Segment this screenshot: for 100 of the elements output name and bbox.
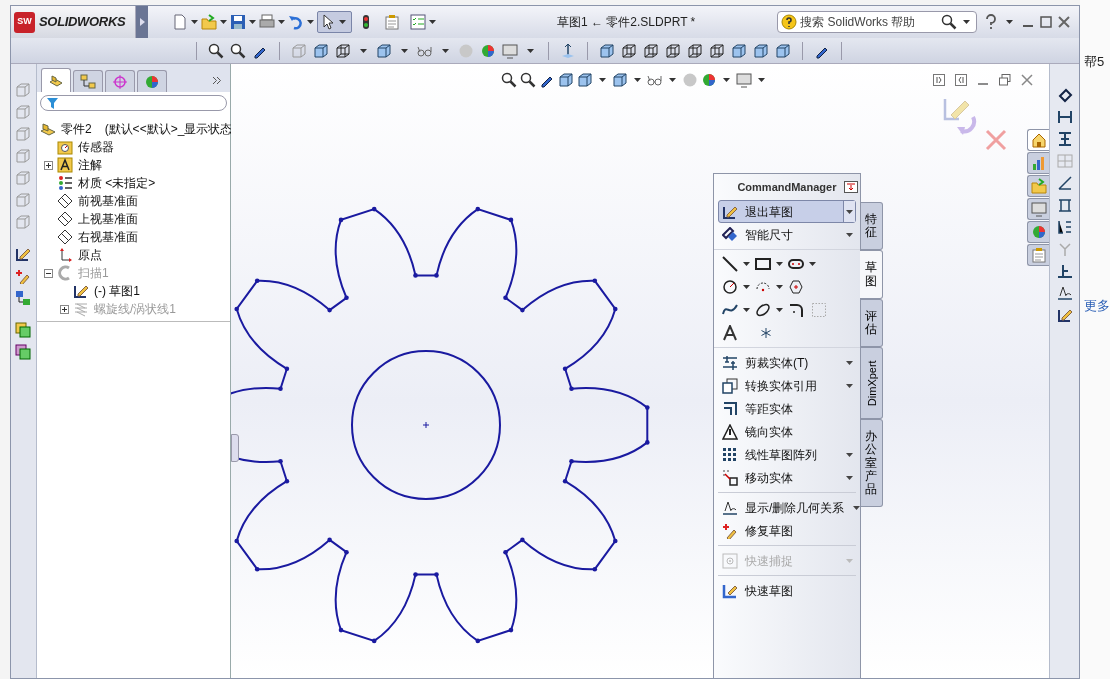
layers-icon[interactable]	[15, 322, 32, 338]
caret-icon[interactable]	[845, 209, 853, 214]
caret-icon[interactable]	[429, 20, 436, 24]
caret-icon[interactable]	[278, 20, 285, 24]
undo-icon[interactable]	[288, 14, 304, 30]
caret-icon[interactable]	[742, 285, 750, 289]
select-button[interactable]	[317, 11, 352, 33]
cube-icon[interactable]	[775, 42, 791, 59]
polygon-icon[interactable]	[787, 279, 804, 295]
rectangle-icon[interactable]	[754, 256, 771, 272]
wireframe-cube-icon[interactable]	[621, 42, 637, 59]
sketch-pencil-icon[interactable]	[15, 246, 32, 262]
tree-item[interactable]: 注解	[77, 156, 102, 174]
caret-icon[interactable]	[191, 20, 198, 24]
perpendicular-icon[interactable]	[1056, 263, 1073, 279]
command-button[interactable]: 退出草图	[717, 200, 856, 223]
cube-icon[interactable]	[731, 42, 747, 59]
caret-icon[interactable]	[808, 262, 816, 266]
relations-icon[interactable]	[1056, 285, 1073, 301]
connected-blocks-icon[interactable]	[15, 290, 32, 306]
cube-icon[interactable]	[599, 42, 615, 59]
split-left-icon[interactable]	[932, 74, 945, 86]
clipboard-icon[interactable]	[384, 14, 400, 30]
caret-icon[interactable]	[401, 48, 408, 53]
close-icon[interactable]	[1020, 74, 1033, 86]
caret-icon[interactable]	[249, 20, 256, 24]
tree-item[interactable]: 材质 <未指定>	[77, 174, 156, 192]
tree-item[interactable]: 传感器	[77, 138, 114, 156]
cube-icon[interactable]	[611, 72, 628, 88]
cube-icon[interactable]	[376, 42, 392, 59]
tab[interactable]	[136, 70, 167, 92]
cube-icon[interactable]	[576, 72, 593, 88]
caret-icon[interactable]	[633, 78, 641, 82]
slot-icon[interactable]	[787, 256, 804, 272]
plus-pencil-icon[interactable]	[15, 268, 32, 284]
command-button[interactable]: 转换实体引用	[717, 374, 856, 397]
command-button[interactable]: 等距实体	[717, 397, 856, 420]
wireframe-cube-icon[interactable]	[665, 42, 681, 59]
horizontal-dimension-icon[interactable]	[1056, 109, 1073, 125]
caret-icon[interactable]	[775, 285, 783, 289]
filter-field[interactable]	[39, 95, 227, 111]
double-chevron-icon[interactable]	[211, 76, 222, 85]
search-icon[interactable]	[941, 14, 958, 30]
command-button[interactable]: 快速草图	[717, 579, 856, 602]
panel-splitter-handle[interactable]	[230, 434, 239, 462]
caret-icon[interactable]	[339, 20, 346, 24]
wireframe-cube-icon[interactable]	[335, 42, 351, 59]
command-button[interactable]: 镜向实体	[717, 420, 856, 443]
tree-item[interactable]: 上视基准面	[77, 210, 138, 228]
command-button[interactable]: 修复草图	[717, 519, 856, 542]
caret-icon[interactable]	[845, 475, 853, 480]
task-pane-tab[interactable]	[1026, 198, 1050, 220]
checklist-icon[interactable]	[410, 14, 426, 30]
caret-icon[interactable]	[775, 308, 783, 312]
caret-icon[interactable]	[742, 262, 750, 266]
ordinate-dimension-icon[interactable]	[1056, 219, 1073, 235]
command-button[interactable]: 线性草图阵列	[717, 443, 856, 466]
caret-icon[interactable]	[442, 48, 449, 53]
cube-icon[interactable]	[753, 42, 769, 59]
zoom-area-icon[interactable]	[230, 42, 246, 59]
tab[interactable]	[72, 70, 103, 92]
task-pane-tab[interactable]	[1026, 175, 1050, 197]
circle-icon[interactable]	[721, 279, 738, 295]
caret-icon[interactable]	[1006, 20, 1014, 24]
wireframe-cube-icon[interactable]	[687, 42, 703, 59]
zoom-icon[interactable]	[208, 42, 224, 59]
tab[interactable]	[40, 68, 71, 92]
caret-icon[interactable]	[722, 78, 730, 82]
vertical-tab[interactable]: 草图	[859, 250, 883, 299]
search-box[interactable]: 搜索 SolidWorks 帮助	[777, 11, 978, 33]
vertical-dimension-icon[interactable]	[1056, 131, 1073, 147]
close-icon[interactable]	[1058, 16, 1071, 28]
command-button[interactable]: 剪裁实体(T)	[717, 351, 856, 374]
caret-icon[interactable]	[307, 20, 314, 24]
task-pane-tab[interactable]	[1026, 244, 1050, 266]
caret-icon[interactable]	[845, 452, 853, 457]
command-button[interactable]: 显示/删除几何关系	[717, 496, 856, 519]
task-pane-tab[interactable]	[1026, 152, 1050, 174]
fillet-icon[interactable]	[787, 302, 804, 318]
dotted-grid-icon[interactable]	[811, 303, 826, 317]
printer-icon[interactable]	[259, 14, 275, 30]
caret-icon[interactable]	[845, 360, 853, 365]
caret-icon[interactable]	[527, 48, 534, 53]
tree-item[interactable]: 原点	[77, 246, 102, 264]
caret-icon[interactable]	[360, 48, 367, 53]
wireframe-cube-icon[interactable]	[709, 42, 725, 59]
caret-icon[interactable]	[853, 505, 861, 510]
angle-dimension-icon[interactable]	[1056, 175, 1073, 191]
layers-icon[interactable]	[15, 344, 32, 360]
wireframe-cube-icon[interactable]	[643, 42, 659, 59]
task-pane-tab[interactable]	[1026, 221, 1050, 243]
vertical-tab[interactable]: 特征	[860, 202, 883, 251]
vertical-tab[interactable]: DimXpert	[860, 347, 883, 420]
ellipse-icon[interactable]	[754, 302, 771, 318]
task-pane-tab[interactable]	[1026, 129, 1050, 151]
caret-icon[interactable]	[757, 78, 765, 82]
caret-icon[interactable]	[598, 78, 606, 82]
tree-item[interactable]: 右视基准面	[77, 228, 138, 246]
vertical-tab[interactable]: 办公室产品	[860, 419, 883, 508]
caret-icon[interactable]	[845, 232, 853, 237]
